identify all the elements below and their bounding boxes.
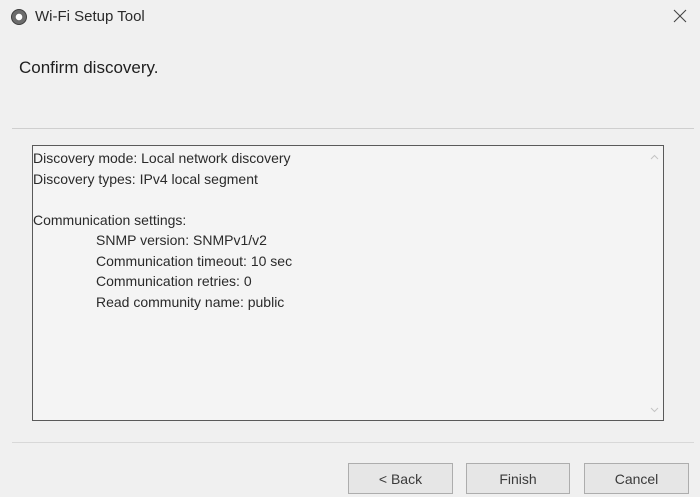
cancel-button[interactable]: Cancel — [584, 463, 689, 494]
close-icon — [673, 9, 687, 23]
footer-divider — [12, 442, 694, 443]
summary-line: Communication timeout: 10 sec — [96, 252, 293, 269]
chevron-down-icon[interactable] — [650, 405, 659, 414]
summary-line: Discovery types: IPv4 local segment — [33, 170, 258, 187]
summary-line: SNMP version: SNMPv1/v2 — [96, 232, 267, 248]
summary-line: Read community name: public — [96, 293, 285, 310]
setup-window: Wi-Fi Setup Tool Confirm discovery. Disc… — [0, 0, 700, 497]
window-title: Wi-Fi Setup Tool — [35, 8, 145, 25]
header-divider — [12, 128, 694, 129]
finish-button[interactable]: Finish — [466, 463, 570, 494]
title-bar: Wi-Fi Setup Tool — [0, 0, 700, 34]
summary-text: Discovery mode: Local network discovery D… — [33, 148, 641, 312]
wizard-header: Confirm discovery. — [0, 34, 700, 128]
vertical-scrollbar[interactable] — [645, 146, 663, 420]
close-button[interactable] — [666, 2, 694, 30]
page-heading: Confirm discovery. — [19, 58, 159, 77]
app-disc-icon — [11, 9, 27, 25]
discovery-summary-box[interactable]: Discovery mode: Local network discovery D… — [32, 145, 664, 421]
summary-blank-line — [33, 189, 641, 210]
chevron-up-icon[interactable] — [650, 152, 659, 161]
summary-line: Discovery mode: Local network discovery — [33, 150, 291, 166]
back-button[interactable]: < Back — [348, 463, 453, 494]
summary-line: Communication settings: — [33, 211, 187, 228]
summary-line: Communication retries: 0 — [96, 273, 252, 289]
